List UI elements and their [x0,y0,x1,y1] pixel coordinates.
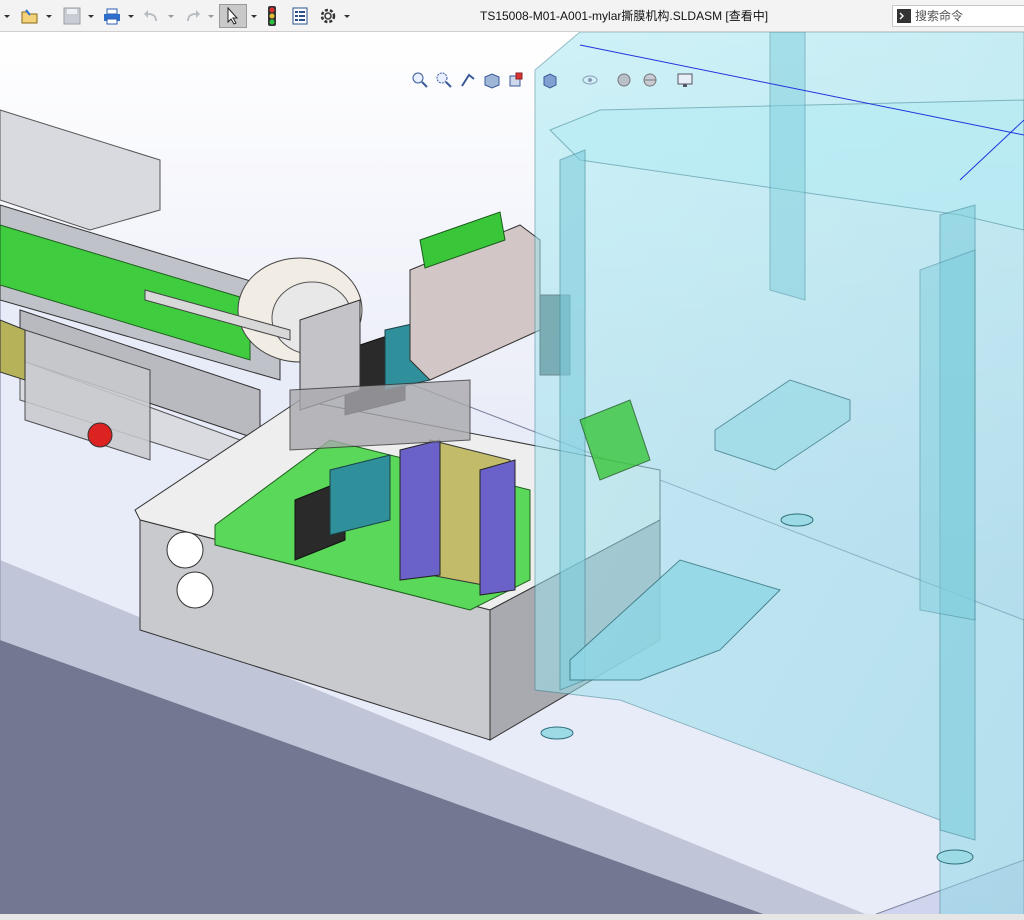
search-box[interactable] [892,5,1024,27]
view-orientation-icon[interactable] [506,68,526,92]
edit-appearance-icon[interactable] [614,68,634,92]
file-properties-icon[interactable] [288,4,312,28]
zoom-to-area-icon[interactable] [434,68,454,92]
previous-view-icon[interactable] [458,68,478,92]
print-icon[interactable] [100,4,124,28]
display-style-icon[interactable] [540,68,560,92]
menu-arrow-icon[interactable] [2,4,12,28]
command-toolbar: TS15008-M01-A001-mylar撕膜机构.SLDASM [查看中] [0,0,1024,32]
hide-show-icon[interactable] [580,68,600,92]
assembly-model[interactable] [0,32,1024,920]
save-icon[interactable] [60,4,84,28]
command-prompt-icon [897,9,911,23]
view-settings-icon[interactable] [675,68,695,92]
options-dropdown-icon[interactable] [342,4,352,28]
search-commands-input[interactable] [911,7,1015,25]
bottom-border [0,914,1024,920]
undo-dropdown-icon[interactable] [166,4,176,28]
select-dropdown-icon[interactable] [249,4,259,28]
print-dropdown-icon[interactable] [126,4,136,28]
options-gear-icon[interactable] [316,4,340,28]
section-view-icon[interactable] [482,68,502,92]
select-icon[interactable] [219,4,247,28]
redo-icon[interactable] [180,4,204,28]
apply-scene-icon[interactable] [640,68,660,92]
graphics-area[interactable] [0,32,1024,920]
window-title: TS15008-M01-A001-mylar撕膜机构.SLDASM [查看中] [480,9,769,23]
open-icon[interactable] [18,4,42,28]
traffic-light-icon[interactable] [262,4,282,28]
undo-icon[interactable] [140,4,164,28]
redo-dropdown-icon[interactable] [206,4,216,28]
zoom-to-fit-icon[interactable] [410,68,430,92]
open-dropdown-icon[interactable] [44,4,54,28]
save-dropdown-icon[interactable] [86,4,96,28]
